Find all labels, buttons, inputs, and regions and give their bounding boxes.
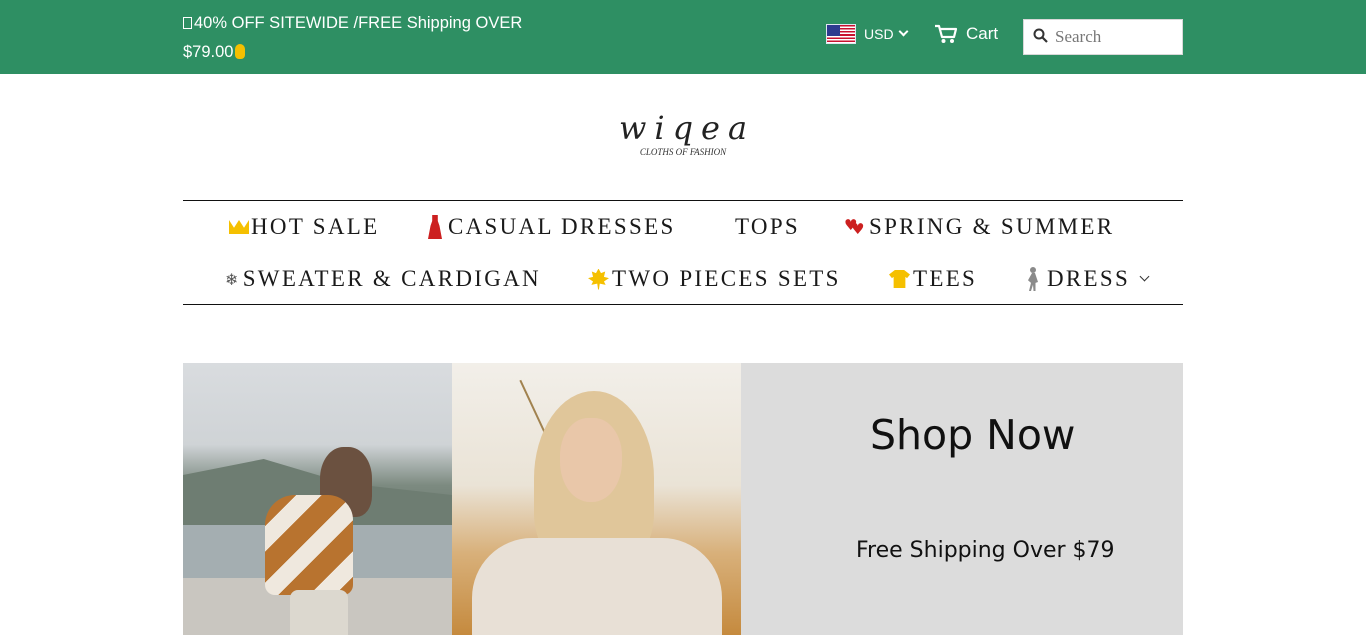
crown-icon xyxy=(229,220,249,234)
promo-text: 40% OFF SITEWIDE /FREE Shipping OVER $79… xyxy=(183,9,563,67)
nav-item-hot-sale[interactable]: HOT SALE xyxy=(229,201,380,253)
nav-item-tops[interactable]: TOPS xyxy=(735,201,800,253)
logo-tagline: CLOTHS OF FASHION xyxy=(639,147,727,157)
site-logo[interactable]: wiqea CLOTHS OF FASHION xyxy=(583,110,783,157)
hero-photo-sweater xyxy=(183,363,452,635)
nav-item-two-pieces-sets[interactable]: TWO PIECES SETS xyxy=(588,253,841,305)
promo-line-2: $79.00 xyxy=(183,43,234,61)
chevron-down-icon xyxy=(898,26,909,37)
logo-wordmark: wiqea xyxy=(618,109,756,147)
search-input[interactable] xyxy=(1055,27,1175,47)
nav-item-dress[interactable]: DRESS xyxy=(1023,253,1150,305)
dress-icon xyxy=(428,215,442,239)
announcement-bar: 40% OFF SITEWIDE /FREE Shipping OVER $79… xyxy=(0,0,1366,74)
hero-photo-blouse xyxy=(452,363,741,635)
nav-row-2: ❄ SWEATER & CARDIGAN TWO PIECES SETS TEE… xyxy=(183,253,1183,305)
hero-banner[interactable]: Shop Now Free Shipping Over $79 xyxy=(183,363,1183,635)
search-box[interactable] xyxy=(1023,19,1183,55)
promo-line-1: 40% OFF SITEWIDE /FREE Shipping OVER xyxy=(194,14,523,32)
nav-label: TWO PIECES SETS xyxy=(612,266,841,291)
nav-item-spring-summer[interactable]: ♥ ♥ SPRING & SUMMER xyxy=(844,201,1114,253)
us-flag-icon xyxy=(826,24,856,44)
cart-link[interactable]: Cart xyxy=(934,24,998,44)
snowflake-icon: ❄ xyxy=(225,269,241,289)
main-navigation: HOT SALE CASUAL DRESSES TOPS ♥ ♥ SPRING &… xyxy=(183,200,1183,305)
hearts-icon: ♥ ♥ xyxy=(844,216,867,238)
nav-item-tees[interactable]: TEES xyxy=(889,253,977,305)
hand-icon xyxy=(235,44,246,59)
nav-label: SWEATER & CARDIGAN xyxy=(242,266,541,291)
tshirt-icon xyxy=(889,270,910,288)
nav-label: SPRING & SUMMER xyxy=(869,214,1115,239)
nav-item-casual-dresses[interactable]: CASUAL DRESSES xyxy=(428,201,676,253)
nav-label: HOT SALE xyxy=(251,214,380,239)
cart-label: Cart xyxy=(966,24,999,43)
hero-promo-panel: Shop Now Free Shipping Over $79 xyxy=(741,363,1183,635)
person-icon xyxy=(1023,267,1043,291)
nav-label: TOPS xyxy=(735,214,801,239)
box-glyph-icon xyxy=(183,17,192,29)
currency-selector[interactable]: USD xyxy=(826,23,909,45)
currency-code: USD xyxy=(864,26,894,42)
search-icon xyxy=(1033,28,1048,43)
maple-leaf-icon xyxy=(588,268,609,290)
cart-icon xyxy=(935,24,958,43)
nav-label: TEES xyxy=(913,266,978,291)
nav-row-1: HOT SALE CASUAL DRESSES TOPS ♥ ♥ SPRING &… xyxy=(183,201,1183,253)
chevron-down-icon xyxy=(1139,271,1150,282)
hero-headline: Shop Now xyxy=(870,411,1076,459)
nav-label: DRESS xyxy=(1047,266,1131,291)
nav-label: CASUAL DRESSES xyxy=(448,214,676,239)
nav-item-sweater-cardigan[interactable]: ❄ SWEATER & CARDIGAN xyxy=(225,253,541,305)
hero-subline: Free Shipping Over $79 xyxy=(856,538,1115,563)
